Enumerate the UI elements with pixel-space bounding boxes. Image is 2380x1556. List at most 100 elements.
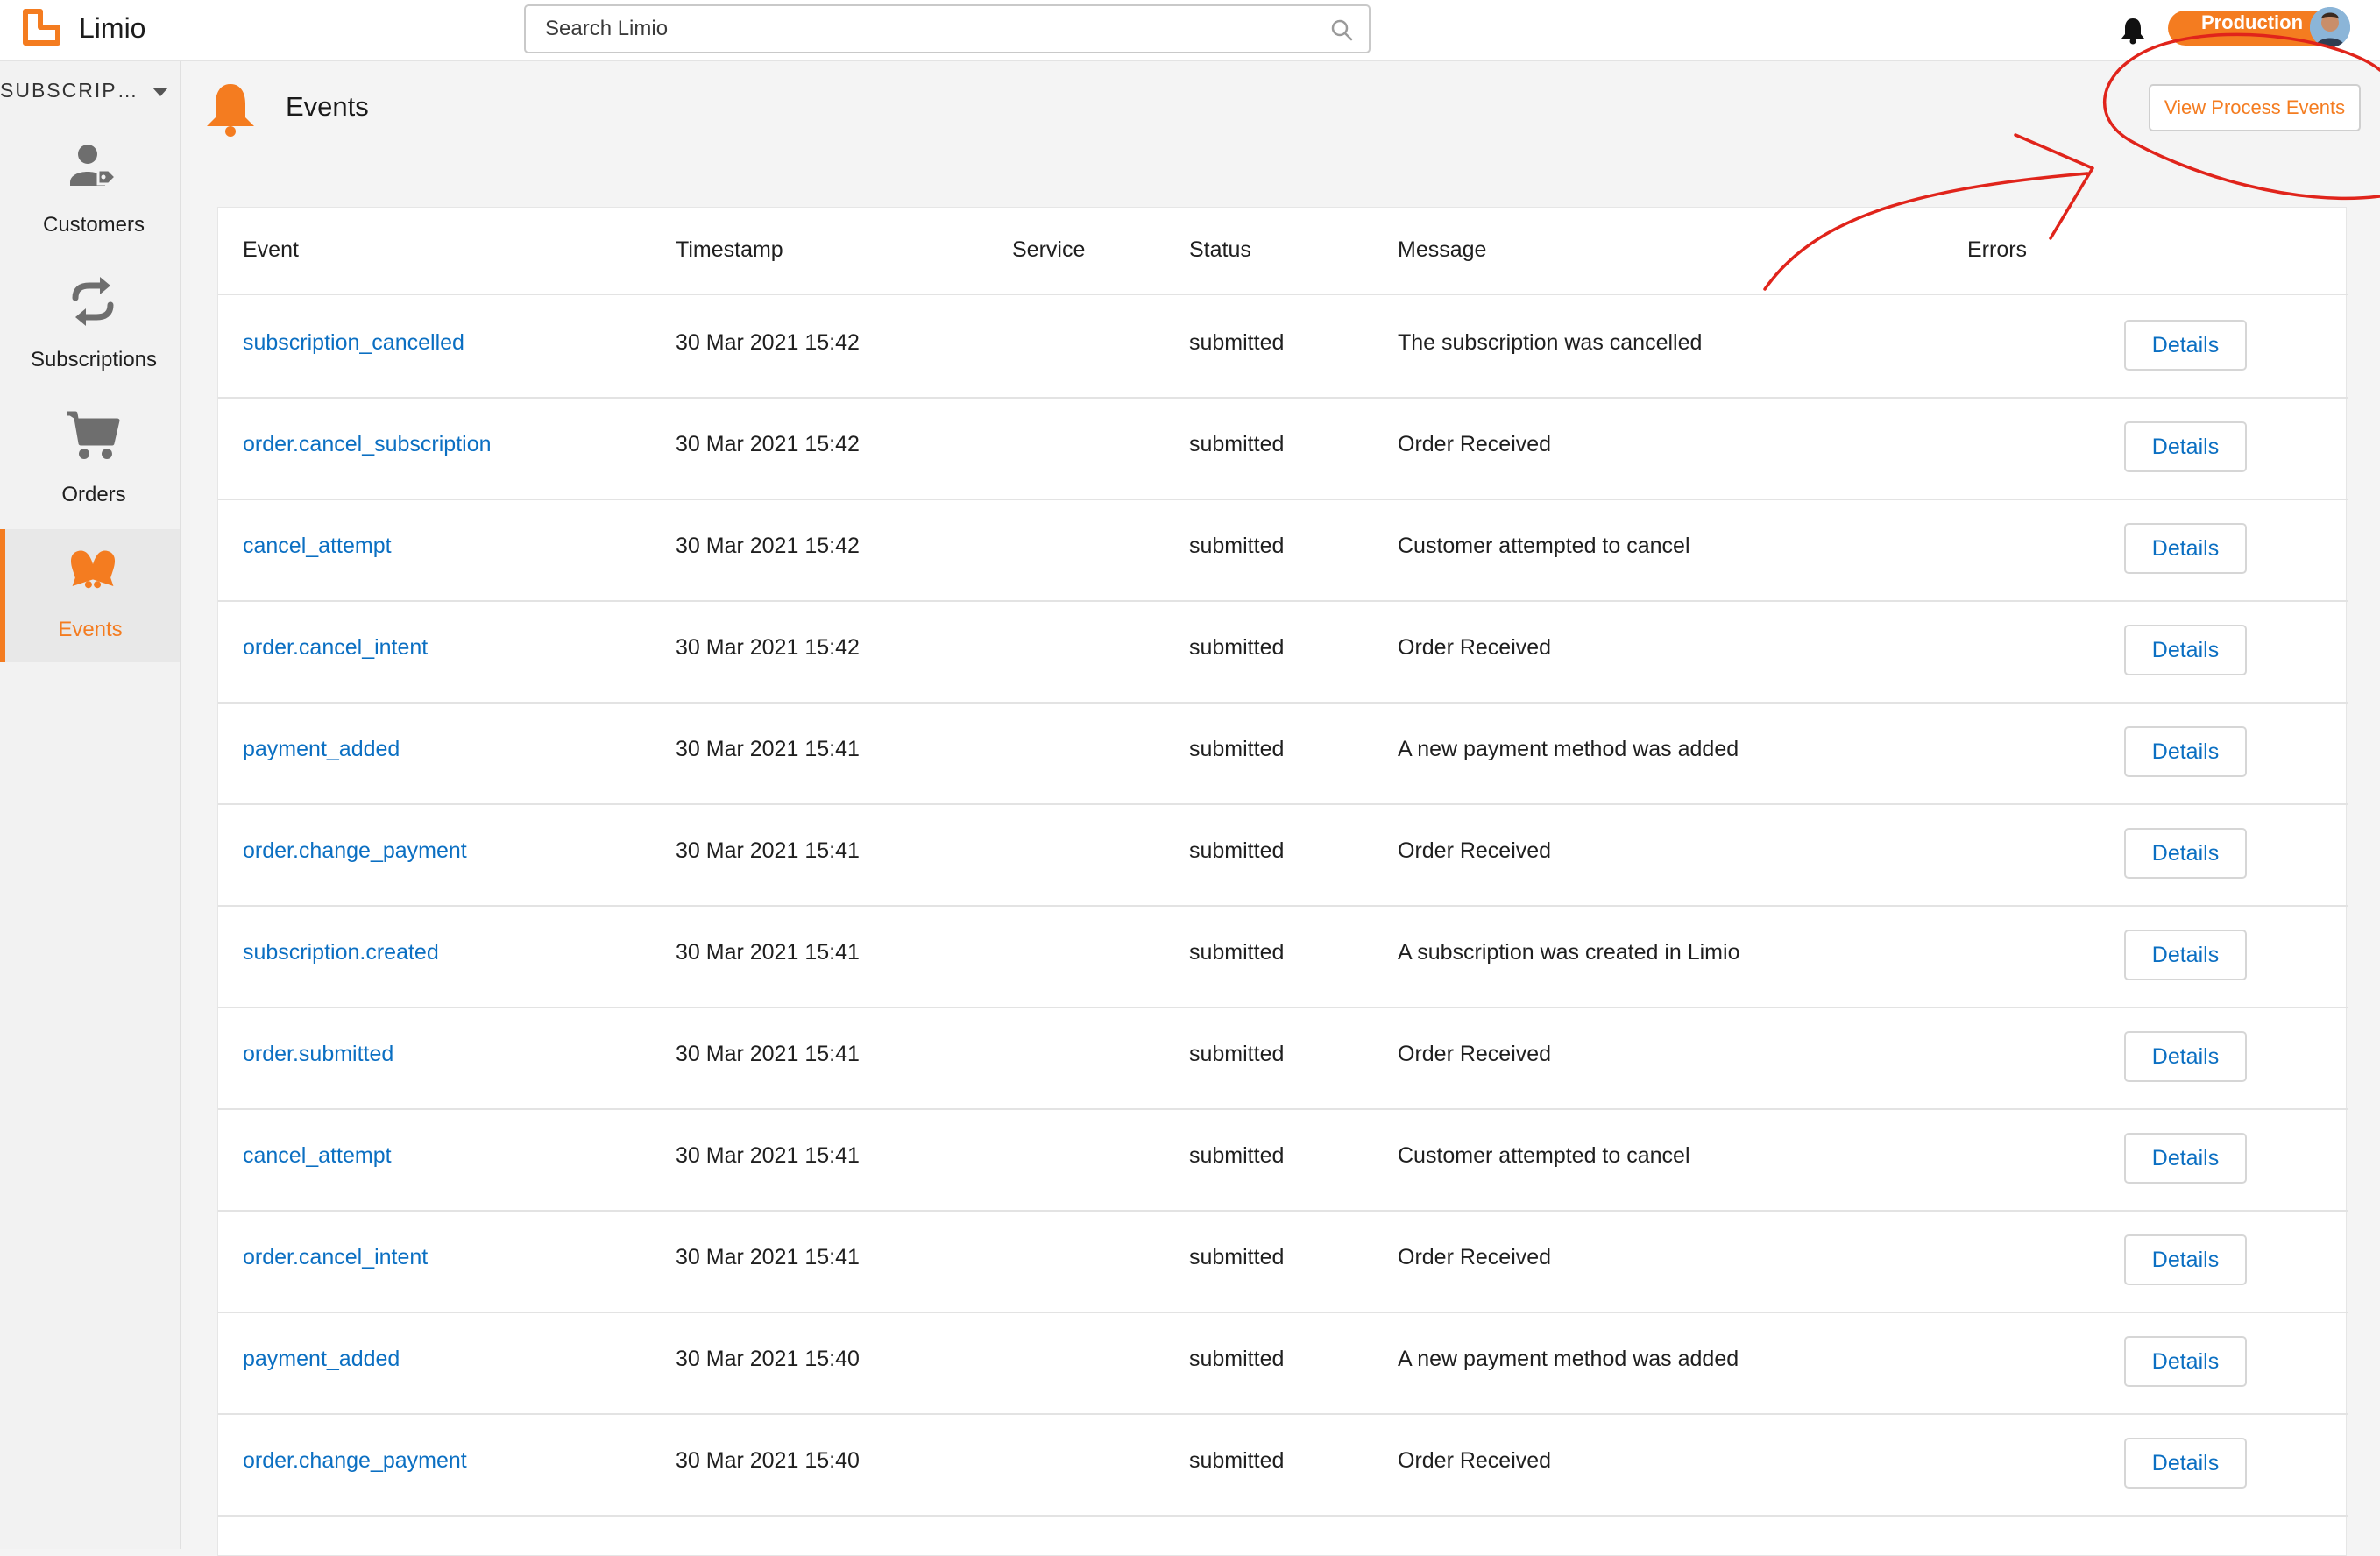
notification-bell-icon[interactable] [2119,16,2147,46]
cell-timestamp: 30 Mar 2021 15:41 [676,1143,860,1168]
sidebar-item-events[interactable]: Events [0,529,180,662]
cell-message: Order Received [1398,1245,1552,1270]
column-header-timestamp[interactable]: Timestamp [676,237,783,263]
cell-status: submitted [1189,534,1285,558]
details-button[interactable]: Details [2124,523,2247,574]
table-row: payment_added 30 Mar 2021 15:40 submitted A… [218,1312,2348,1415]
cell-message: Order Received [1398,838,1552,863]
cell-status: submitted [1189,1448,1285,1473]
top-bar: Limio Production [0,0,2380,61]
cell-timestamp: 30 Mar 2021 15:42 [676,635,860,660]
column-header-status[interactable]: Status [1189,237,1251,263]
table-row: subscription.created 30 Mar 2021 15:41 sub… [218,905,2348,1008]
sidebar-item-label: Subscriptions [30,348,158,371]
cell-event[interactable]: payment_added [243,1347,400,1372]
cell-event[interactable]: cancel_attempt [243,534,392,559]
table-row: cancel_attempt 30 Mar 2021 15:41 submitted… [218,1108,2348,1212]
user-avatar-icon [2310,7,2350,47]
details-button[interactable]: Details [2124,625,2247,675]
cell-timestamp: 30 Mar 2021 15:41 [676,838,860,863]
column-header-message[interactable]: Message [1398,237,1486,263]
search-box[interactable] [524,4,1371,53]
search-icon[interactable] [1330,18,1353,41]
cell-timestamp: 30 Mar 2021 15:40 [676,1347,860,1371]
cell-status: submitted [1189,940,1285,965]
cell-message: The subscription was cancelled [1398,330,1703,355]
cell-event[interactable]: order.change_payment [243,838,467,864]
customers-icon [70,145,118,186]
cell-event[interactable]: order.cancel_intent [243,1245,428,1270]
cell-timestamp: 30 Mar 2021 15:41 [676,1042,860,1066]
cell-message: Order Received [1398,1448,1552,1473]
brand-name[interactable]: Limio [79,12,145,45]
cart-icon [67,411,120,459]
sidebar-item-customers[interactable]: Customers [0,124,180,258]
events-table: Event Timestamp Service Status Message E… [217,207,2348,1556]
cell-message: Customer attempted to cancel [1398,534,1690,558]
cell-event[interactable]: subscription.created [243,940,439,965]
view-process-events-button[interactable]: View Process Events [2149,84,2361,131]
cell-event[interactable]: order.cancel_subscription [243,432,492,457]
cell-message: Order Received [1398,635,1552,660]
cell-event[interactable]: payment_added [243,737,400,762]
column-header-service[interactable]: Service [1012,237,1085,263]
events-bell-icon [207,84,254,137]
cell-timestamp: 30 Mar 2021 15:41 [676,940,860,965]
cell-status: submitted [1189,635,1285,660]
subscriptions-icon [72,277,114,326]
details-button[interactable]: Details [2124,930,2247,980]
cell-timestamp: 30 Mar 2021 15:42 [676,534,860,558]
cell-message: A new payment method was added [1398,1347,1739,1371]
column-header-errors[interactable]: Errors [1967,237,2027,263]
cell-event[interactable]: order.cancel_intent [243,635,428,661]
cell-status: submitted [1189,737,1285,761]
cell-event[interactable]: subscription_cancelled [243,330,464,356]
cell-message: Order Received [1398,432,1552,456]
table-row: order.change_payment 30 Mar 2021 15:41 sub… [218,803,2348,907]
table-row: order.cancel_intent 30 Mar 2021 15:41 subm… [218,1210,2348,1313]
cell-event[interactable]: order.submitted [243,1042,393,1067]
bells-icon [70,550,116,589]
app-selector-dropdown[interactable]: SUBSCRIPTI... [0,77,175,107]
cell-event[interactable]: order.change_payment [243,1448,467,1474]
details-button[interactable]: Details [2124,828,2247,879]
cell-status: submitted [1189,432,1285,456]
cell-message: A subscription was created in Limio [1398,940,1740,965]
table-row: order.cancel_intent 30 Mar 2021 15:42 subm… [218,600,2348,704]
sidebar-item-orders[interactable]: Orders [0,394,180,527]
cell-status: submitted [1189,1347,1285,1371]
search-input[interactable] [545,6,1307,52]
app-selector-label: SUBSCRIPTI... [0,79,140,102]
cell-timestamp: 30 Mar 2021 15:41 [676,1245,860,1270]
details-button[interactable]: Details [2124,320,2247,371]
details-button[interactable]: Details [2124,1336,2247,1387]
user-avatar[interactable] [2310,7,2350,47]
cell-status: submitted [1189,330,1285,355]
sidebar-item-label: Events [58,618,123,641]
cell-status: submitted [1189,1143,1285,1168]
details-button[interactable]: Details [2124,421,2247,472]
environment-badge-label: Production [2200,11,2304,33]
sidebar: SUBSCRIPTI... Customers Subscriptions Or… [0,61,181,1549]
cell-status: submitted [1189,838,1285,863]
cell-event[interactable]: cancel_attempt [243,1143,392,1169]
details-button[interactable]: Details [2124,1031,2247,1082]
cell-message: Customer attempted to cancel [1398,1143,1690,1168]
details-button[interactable]: Details [2124,1133,2247,1184]
cell-message: Order Received [1398,1042,1552,1066]
cell-timestamp: 30 Mar 2021 15:42 [676,432,860,456]
sidebar-item-subscriptions[interactable]: Subscriptions [0,259,180,393]
sidebar-item-label: Customers [42,213,145,237]
column-header-event[interactable]: Event [243,237,299,263]
details-button[interactable]: Details [2124,1234,2247,1285]
table-row: cancel_attempt 30 Mar 2021 15:42 submitted… [218,499,2348,602]
table-row: payment_added 30 Mar 2021 15:41 submitted A… [218,702,2348,805]
details-button[interactable]: Details [2124,1438,2247,1489]
table-row: order.submitted 30 Mar 2021 15:41 submitte… [218,1007,2348,1110]
cell-timestamp: 30 Mar 2021 15:40 [676,1448,860,1473]
details-button[interactable]: Details [2124,726,2247,777]
table-header: Event Timestamp Service Status Message E… [218,208,2348,295]
limio-logo-icon[interactable] [21,8,63,48]
sidebar-item-label: Orders [61,483,126,506]
table-row: order.change_payment 30 Mar 2021 15:40 sub… [218,1413,2348,1517]
